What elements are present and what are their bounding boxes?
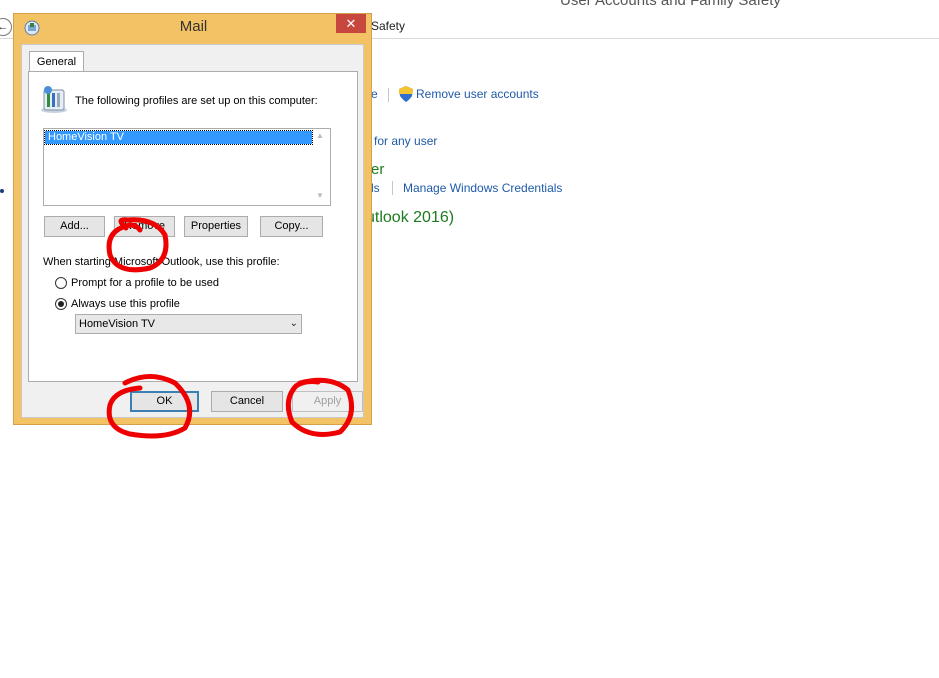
properties-button[interactable]: Properties (184, 216, 248, 237)
scroll-down-arrow-icon[interactable]: ▼ (316, 191, 324, 200)
add-button[interactable]: Add... (44, 216, 105, 237)
dialog-title: Mail (179, 18, 208, 35)
profiles-label: The following profiles are set up on thi… (75, 95, 318, 107)
radio-always-indicator[interactable] (55, 298, 67, 310)
scroll-up-arrow-icon[interactable]: ▲ (316, 131, 324, 140)
link-separator (388, 88, 389, 102)
tab-general[interactable]: General (29, 51, 84, 72)
dialog-client-area: General The following profiles are set u… (21, 44, 364, 418)
bullet (0, 189, 4, 193)
profile-select-value: HomeVision TV (79, 318, 156, 330)
remove-user-accounts-link[interactable]: Remove user accounts (416, 87, 539, 101)
profiles-listbox[interactable]: HomeVision TV ▲ ▼ (43, 128, 331, 206)
profile-list-item[interactable]: HomeVision TV (44, 130, 313, 145)
copy-button[interactable]: Copy... (260, 216, 323, 237)
partial-link[interactable]: e (371, 87, 378, 101)
cancel-button[interactable]: Cancel (211, 391, 283, 412)
apply-button[interactable]: Apply (292, 391, 363, 412)
shield-icon (399, 86, 413, 102)
partial-link-ls[interactable]: ls (371, 181, 380, 195)
mail-dialog: Mail ✕ General The following profiles ar… (13, 13, 372, 425)
background-window-title: User Accounts and Family Safety (560, 0, 781, 9)
startup-profile-label: When starting Microsoft Outlook, use thi… (43, 256, 280, 268)
listbox-scrollbar[interactable]: ▲ ▼ (313, 129, 330, 205)
chevron-down-icon[interactable]: ⌄ (290, 315, 298, 333)
outlook-heading-partial[interactable]: utlook 2016) (366, 209, 454, 227)
profile-select[interactable]: HomeVision TV ⌄ (75, 314, 302, 334)
general-tab-panel: The following profiles are set up on thi… (28, 71, 358, 382)
close-button[interactable]: ✕ (336, 14, 366, 33)
radio-prompt-label[interactable]: Prompt for a profile to be used (71, 277, 219, 289)
radio-prompt-indicator[interactable] (55, 277, 67, 289)
mail-profiles-icon (41, 86, 67, 113)
link-separator (392, 181, 393, 195)
back-arrow-icon[interactable]: ← (0, 18, 12, 36)
section-heading-partial[interactable]: er (371, 161, 384, 178)
breadcrumb[interactable]: Safety (371, 19, 405, 33)
ok-button[interactable]: OK (130, 391, 199, 412)
for-any-user-link[interactable]: for any user (374, 134, 437, 148)
manage-windows-credentials-link[interactable]: Manage Windows Credentials (403, 181, 562, 195)
radio-always-label[interactable]: Always use this profile (71, 298, 180, 310)
remove-button[interactable]: Remove (114, 216, 175, 237)
